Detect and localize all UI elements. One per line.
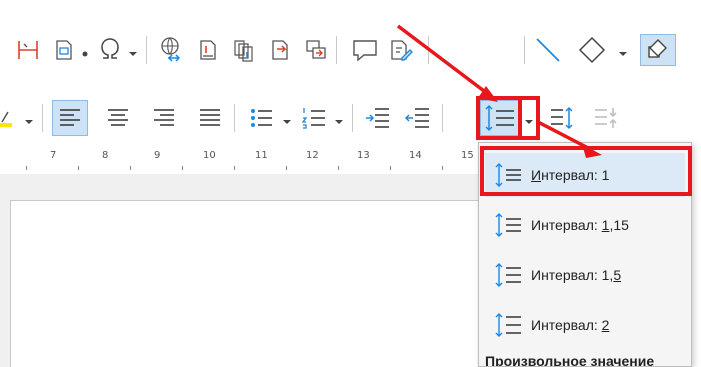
annotation-arrows — [396, 24, 602, 158]
